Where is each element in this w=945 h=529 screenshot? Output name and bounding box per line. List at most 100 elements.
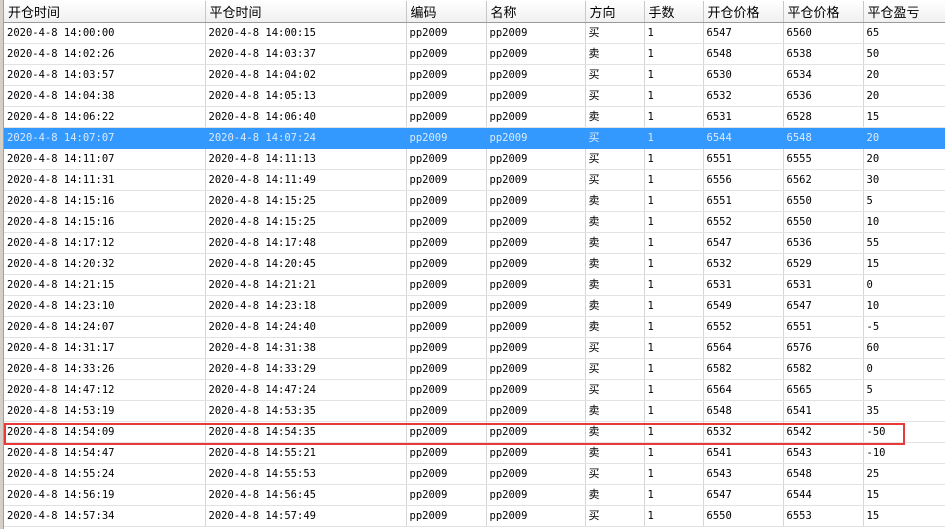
- column-header-open-price[interactable]: 开仓价格: [703, 1, 784, 23]
- cell-open-price: 6531: [703, 106, 784, 128]
- cell-lots: 1: [644, 253, 704, 275]
- cell-close-price: 6550: [783, 190, 864, 212]
- cell-close-pnl: 20: [863, 85, 945, 107]
- cell-close-pnl: 30: [863, 169, 945, 191]
- cell-direction: 卖: [585, 106, 645, 128]
- table-row[interactable]: 2020-4-8 14:23:10 2020-4-8 14:23:18 pp2009…: [4, 295, 945, 317]
- cell-name: pp2009: [486, 379, 586, 401]
- cell-close-price: 6543: [783, 442, 864, 464]
- cell-close-price: 6529: [783, 253, 864, 275]
- table-row[interactable]: 2020-4-8 14:56:19 2020-4-8 14:56:45 pp2009…: [4, 484, 945, 506]
- column-header-direction[interactable]: 方向: [585, 1, 645, 23]
- cell-close-pnl: 5: [863, 379, 945, 401]
- table-row[interactable]: 2020-4-8 14:06:22 2020-4-8 14:06:40 pp2009…: [4, 106, 945, 128]
- table-row[interactable]: 2020-4-8 14:47:12 2020-4-8 14:47:24 pp2009…: [4, 379, 945, 401]
- cell-close-time: 2020-4-8 14:56:45: [205, 484, 407, 506]
- table-row[interactable]: 2020-4-8 14:54:47 2020-4-8 14:55:21 pp2009…: [4, 442, 945, 464]
- table-row[interactable]: 2020-4-8 14:11:31 2020-4-8 14:11:49 pp2009…: [4, 169, 945, 191]
- column-header-close-price[interactable]: 平仓价格: [783, 1, 864, 23]
- cell-open-time: 2020-4-8 14:02:26: [4, 43, 206, 65]
- cell-lots: 1: [644, 127, 704, 149]
- cell-open-price: 6547: [703, 22, 784, 44]
- table-row[interactable]: 2020-4-8 14:03:57 2020-4-8 14:04:02 pp2009…: [4, 64, 945, 86]
- cell-close-price: 6534: [783, 64, 864, 86]
- cell-close-time: 2020-4-8 14:15:25: [205, 190, 407, 212]
- cell-open-time: 2020-4-8 14:03:57: [4, 64, 206, 86]
- table-row[interactable]: 2020-4-8 14:55:24 2020-4-8 14:55:53 pp2009…: [4, 463, 945, 485]
- cell-open-price: 6541: [703, 442, 784, 464]
- cell-lots: 1: [644, 22, 704, 44]
- cell-close-time: 2020-4-8 14:00:15: [205, 22, 407, 44]
- cell-direction: 卖: [585, 400, 645, 422]
- cell-direction: 卖: [585, 43, 645, 65]
- cell-close-pnl: 35: [863, 400, 945, 422]
- cell-close-price: 6565: [783, 379, 864, 401]
- table-row[interactable]: 2020-4-8 14:54:09 2020-4-8 14:54:35 pp2009…: [4, 421, 945, 443]
- cell-open-price: 6549: [703, 295, 784, 317]
- cell-name: pp2009: [486, 505, 586, 527]
- table-row[interactable]: 2020-4-8 14:07:07 2020-4-8 14:07:24 pp2009…: [4, 127, 945, 149]
- cell-direction: 买: [585, 463, 645, 485]
- cell-lots: 1: [644, 148, 704, 170]
- table-row[interactable]: 2020-4-8 14:11:07 2020-4-8 14:11:13 pp2009…: [4, 148, 945, 170]
- cell-direction: 买: [585, 148, 645, 170]
- cell-close-price: 6544: [783, 484, 864, 506]
- cell-open-time: 2020-4-8 14:54:47: [4, 442, 206, 464]
- cell-code: pp2009: [406, 274, 487, 296]
- cell-code: pp2009: [406, 484, 487, 506]
- cell-code: pp2009: [406, 64, 487, 86]
- table-row[interactable]: 2020-4-8 14:21:15 2020-4-8 14:21:21 pp2009…: [4, 274, 945, 296]
- cell-open-time: 2020-4-8 14:17:12: [4, 232, 206, 254]
- column-header-close-pnl[interactable]: 平仓盈亏: [863, 1, 945, 23]
- cell-close-time: 2020-4-8 14:33:29: [205, 358, 407, 380]
- column-header-lots[interactable]: 手数: [644, 1, 704, 23]
- cell-close-time: 2020-4-8 14:15:25: [205, 211, 407, 233]
- cell-code: pp2009: [406, 232, 487, 254]
- table-row[interactable]: 2020-4-8 14:57:34 2020-4-8 14:57:49 pp2009…: [4, 505, 945, 527]
- table-row[interactable]: 2020-4-8 14:33:26 2020-4-8 14:33:29 pp2009…: [4, 358, 945, 380]
- cell-direction: 卖: [585, 190, 645, 212]
- cell-close-pnl: -5: [863, 316, 945, 338]
- table-row[interactable]: 2020-4-8 14:20:32 2020-4-8 14:20:45 pp2009…: [4, 253, 945, 275]
- table-row[interactable]: 2020-4-8 14:15:16 2020-4-8 14:15:25 pp2009…: [4, 190, 945, 212]
- table-row[interactable]: 2020-4-8 14:00:00 2020-4-8 14:00:15 pp2009…: [4, 22, 945, 44]
- column-header-code[interactable]: 编码: [406, 1, 487, 23]
- cell-direction: 买: [585, 358, 645, 380]
- cell-close-price: 6548: [783, 463, 864, 485]
- cell-close-time: 2020-4-8 14:24:40: [205, 316, 407, 338]
- cell-close-pnl: 5: [863, 190, 945, 212]
- cell-name: pp2009: [486, 484, 586, 506]
- cell-lots: 1: [644, 211, 704, 233]
- cell-open-price: 6551: [703, 148, 784, 170]
- table-row[interactable]: 2020-4-8 14:17:12 2020-4-8 14:17:48 pp2009…: [4, 232, 945, 254]
- cell-lots: 1: [644, 379, 704, 401]
- cell-name: pp2009: [486, 64, 586, 86]
- table-row[interactable]: 2020-4-8 14:31:17 2020-4-8 14:31:38 pp2009…: [4, 337, 945, 359]
- cell-open-time: 2020-4-8 14:20:32: [4, 253, 206, 275]
- cell-name: pp2009: [486, 232, 586, 254]
- cell-close-pnl: -50: [863, 421, 945, 443]
- cell-open-price: 6551: [703, 190, 784, 212]
- table-row[interactable]: 2020-4-8 14:24:07 2020-4-8 14:24:40 pp2009…: [4, 316, 945, 338]
- cell-name: pp2009: [486, 316, 586, 338]
- cell-lots: 1: [644, 442, 704, 464]
- column-header-close-time[interactable]: 平仓时间: [205, 1, 407, 23]
- table-row[interactable]: 2020-4-8 14:53:19 2020-4-8 14:53:35 pp2009…: [4, 400, 945, 422]
- column-header-open-time[interactable]: 开仓时间: [4, 1, 206, 23]
- cell-close-price: 6553: [783, 505, 864, 527]
- table-row[interactable]: 2020-4-8 14:15:16 2020-4-8 14:15:25 pp2009…: [4, 211, 945, 233]
- cell-close-price: 6538: [783, 43, 864, 65]
- cell-close-price: 6531: [783, 274, 864, 296]
- table-row[interactable]: 2020-4-8 14:02:26 2020-4-8 14:03:37 pp2009…: [4, 43, 945, 65]
- column-header-name[interactable]: 名称: [486, 1, 586, 23]
- cell-lots: 1: [644, 337, 704, 359]
- cell-open-time: 2020-4-8 14:57:34: [4, 505, 206, 527]
- table-row[interactable]: 2020-4-8 14:04:38 2020-4-8 14:05:13 pp2009…: [4, 85, 945, 107]
- cell-close-price: 6541: [783, 400, 864, 422]
- cell-lots: 1: [644, 43, 704, 65]
- cell-close-price: 6542: [783, 421, 864, 443]
- cell-open-price: 6564: [703, 337, 784, 359]
- cell-code: pp2009: [406, 22, 487, 44]
- cell-open-time: 2020-4-8 14:15:16: [4, 211, 206, 233]
- cell-close-price: 6555: [783, 148, 864, 170]
